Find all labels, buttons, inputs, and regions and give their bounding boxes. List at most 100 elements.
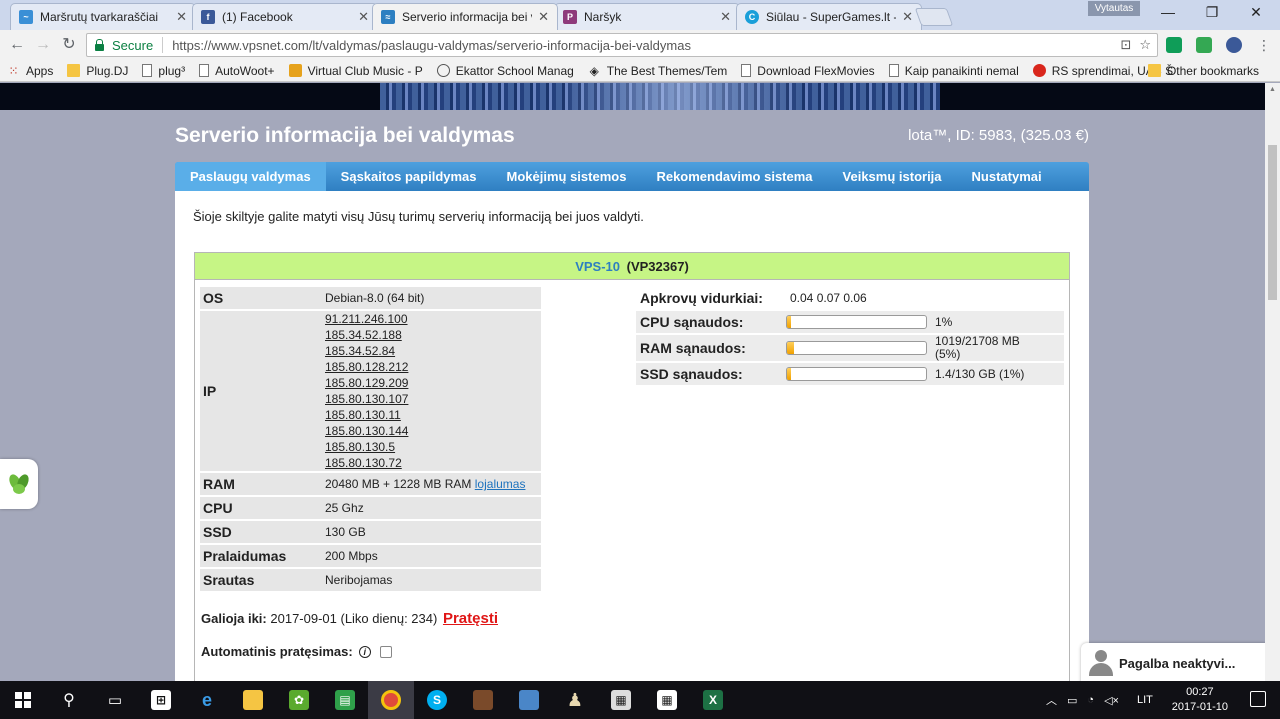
edge-icon[interactable]: e — [184, 681, 230, 719]
menu-item-rekomendavimo-sistema[interactable]: Rekomendavimo sistema — [641, 162, 827, 191]
close-icon[interactable]: ✕ — [538, 9, 549, 25]
ip-address[interactable]: 185.80.130.107 — [325, 391, 541, 407]
bookmark-autowoot[interactable]: AutoWoot+ — [192, 64, 281, 78]
bookmarks-bar: ⁙ Apps Plug.DJ plug³ AutoWoot+ Virtual C… — [0, 60, 1280, 82]
bookmark-label: The Best Themes/Tem — [606, 63, 728, 78]
calendar-icon[interactable]: ▦ — [644, 681, 690, 719]
tab-title: Serverio informacija bei v — [402, 10, 533, 24]
store-icon[interactable]: ⊞ — [138, 681, 184, 719]
bookmark-apps[interactable]: ⁙ Apps — [0, 64, 60, 78]
ip-address[interactable]: 185.80.130.11 — [325, 407, 541, 423]
close-icon[interactable]: ✕ — [720, 9, 731, 25]
close-icon[interactable]: ✕ — [176, 9, 187, 25]
tab-facebook[interactable]: f (1) Facebook ✕ — [192, 3, 378, 30]
spec-label: CPU — [200, 497, 320, 519]
scroll-up-icon[interactable]: ▲ — [1269, 86, 1276, 93]
tab-narsyk[interactable]: P Naršyk ✕ — [554, 3, 740, 30]
task-view-icon[interactable]: ▭ — [92, 681, 138, 719]
scrollbar[interactable]: ▲ — [1265, 83, 1280, 681]
auto-renew-checkbox[interactable] — [379, 645, 392, 658]
address-bar[interactable]: Secure https://www.vpsnet.com/lt/valdyma… — [86, 33, 1158, 57]
url-text[interactable]: https://www.vpsnet.com/lt/valdymas/pasla… — [172, 38, 691, 53]
table-row: CPU 25 Ghz — [200, 497, 541, 519]
bookmark-flexmovies[interactable]: Download FlexMovies — [734, 64, 881, 78]
bookmark-themes[interactable]: ◈ The Best Themes/Tem — [581, 64, 735, 78]
sticky-app-icon[interactable]: ✿ — [276, 681, 322, 719]
virtual-club-icon — [288, 64, 302, 77]
minimize-icon[interactable]: — — [1146, 4, 1190, 24]
reload-icon[interactable]: ↻ — [59, 36, 79, 54]
renew-link[interactable]: Pratęsti — [443, 610, 498, 627]
other-bookmarks[interactable]: Other bookmarks — [1141, 64, 1266, 78]
menu-item-mokejimu-sistemos[interactable]: Mokėjimų sistemos — [492, 162, 642, 191]
menu-item-nustatymai[interactable]: Nustatymai — [957, 162, 1057, 191]
close-icon[interactable]: ✕ — [358, 9, 369, 25]
notes-app-icon[interactable]: ▤ — [322, 681, 368, 719]
file-explorer-icon[interactable] — [230, 681, 276, 719]
close-window-icon[interactable]: ✕ — [1234, 4, 1278, 24]
facebook-extension-icon[interactable] — [1226, 37, 1242, 53]
bookmark-kaip-panaikinti[interactable]: Kaip panaikinti nemal — [882, 64, 1026, 78]
calculator-icon[interactable]: ▦ — [598, 681, 644, 719]
close-icon[interactable]: ✕ — [902, 9, 913, 25]
chrome-icon[interactable] — [368, 681, 414, 719]
ip-address[interactable]: 185.80.130.144 — [325, 423, 541, 439]
tab-title: Siūlau - SuperGames.lt - — [766, 10, 897, 24]
account-info: lota™, ID: 5983, (325.03 €) — [908, 127, 1089, 144]
tab-serverio-informacija[interactable]: ≈ Serverio informacija bei v ✕ — [372, 3, 558, 30]
ip-address[interactable]: 185.80.128.212 — [325, 359, 541, 375]
folder-icon — [1147, 64, 1161, 77]
maximize-icon[interactable]: ❐ — [1190, 4, 1234, 24]
loyalty-link[interactable]: lojalumas — [475, 477, 526, 491]
spec-label: IP — [200, 311, 320, 471]
ip-address[interactable]: 91.211.246.100 — [325, 311, 541, 327]
translate-icon[interactable]: ⊡ — [1120, 37, 1131, 53]
tab-supergames[interactable]: C Siūlau - SuperGames.lt - ✕ — [736, 3, 922, 30]
menu-item-paslaugu-valdymas[interactable]: Paslaugų valdymas — [175, 162, 326, 191]
ip-address[interactable]: 185.34.52.84 — [325, 343, 541, 359]
leaf-widget[interactable] — [0, 459, 38, 509]
main-menu: Paslaugų valdymas Sąskaitos papildymas M… — [175, 162, 1089, 191]
chess-icon[interactable]: ♟ — [552, 681, 598, 719]
language-indicator[interactable]: LIT — [1137, 694, 1153, 706]
info-icon[interactable]: i — [358, 645, 371, 658]
scroll-thumb[interactable] — [1268, 145, 1277, 300]
battery-icon[interactable]: ▭ — [1067, 694, 1077, 707]
windows-start-icon[interactable] — [0, 681, 46, 719]
bookmark-virtual-club[interactable]: Virtual Club Music - P — [282, 64, 430, 78]
ssd-usage-fill — [787, 368, 792, 380]
tab-marsrutu[interactable]: ~ Maršrutų tvarkaraščiai ✕ — [10, 3, 196, 30]
bookmark-plug3[interactable]: plug³ — [135, 64, 192, 78]
bookmark-plugdj[interactable]: Plug.DJ — [60, 64, 135, 78]
bookmark-star-icon[interactable]: ☆ — [1139, 37, 1151, 53]
extension-icon[interactable] — [1196, 37, 1212, 53]
ip-address[interactable]: 185.34.52.188 — [325, 327, 541, 343]
rs-icon — [1032, 64, 1046, 77]
volume-icon[interactable]: ◁× — [1104, 694, 1119, 707]
menu-icon[interactable]: ⋮ — [1254, 36, 1274, 54]
table-row: Pralaidumas 200 Mbps — [200, 545, 541, 567]
bookmark-ekattor[interactable]: Ekattor School Manag — [430, 64, 581, 78]
wifi-icon[interactable]: ◔ — [1087, 694, 1094, 706]
skype-icon[interactable]: S — [414, 681, 460, 719]
window-app-icon[interactable] — [506, 681, 552, 719]
excel-icon[interactable]: X — [690, 681, 736, 719]
menu-item-saskaitos-papildymas[interactable]: Sąskaitos papildymas — [326, 162, 492, 191]
adguard-extension-icon[interactable] — [1166, 37, 1182, 53]
vps-name[interactable]: VPS-10 — [575, 259, 620, 274]
ip-address[interactable]: 185.80.130.72 — [325, 455, 541, 471]
forward-icon[interactable]: → — [33, 36, 53, 54]
profile-name[interactable]: Vytautas — [1088, 1, 1140, 16]
new-tab-button[interactable] — [914, 8, 954, 26]
search-icon[interactable]: ⚲ — [46, 681, 92, 719]
ip-address[interactable]: 185.80.129.209 — [325, 375, 541, 391]
ip-address[interactable]: 185.80.130.5 — [325, 439, 541, 455]
chevron-up-icon[interactable]: ︿ — [1046, 692, 1057, 708]
game-icon[interactable] — [460, 681, 506, 719]
page-icon — [199, 64, 210, 77]
help-chat-widget[interactable]: Pagalba neaktyvi... — [1081, 643, 1265, 681]
notifications-icon[interactable] — [1250, 691, 1266, 707]
clock[interactable]: 00:27 2017-01-10 — [1172, 685, 1228, 715]
back-icon[interactable]: ← — [7, 36, 27, 54]
menu-item-veiksmu-istorija[interactable]: Veiksmų istorija — [828, 162, 957, 191]
